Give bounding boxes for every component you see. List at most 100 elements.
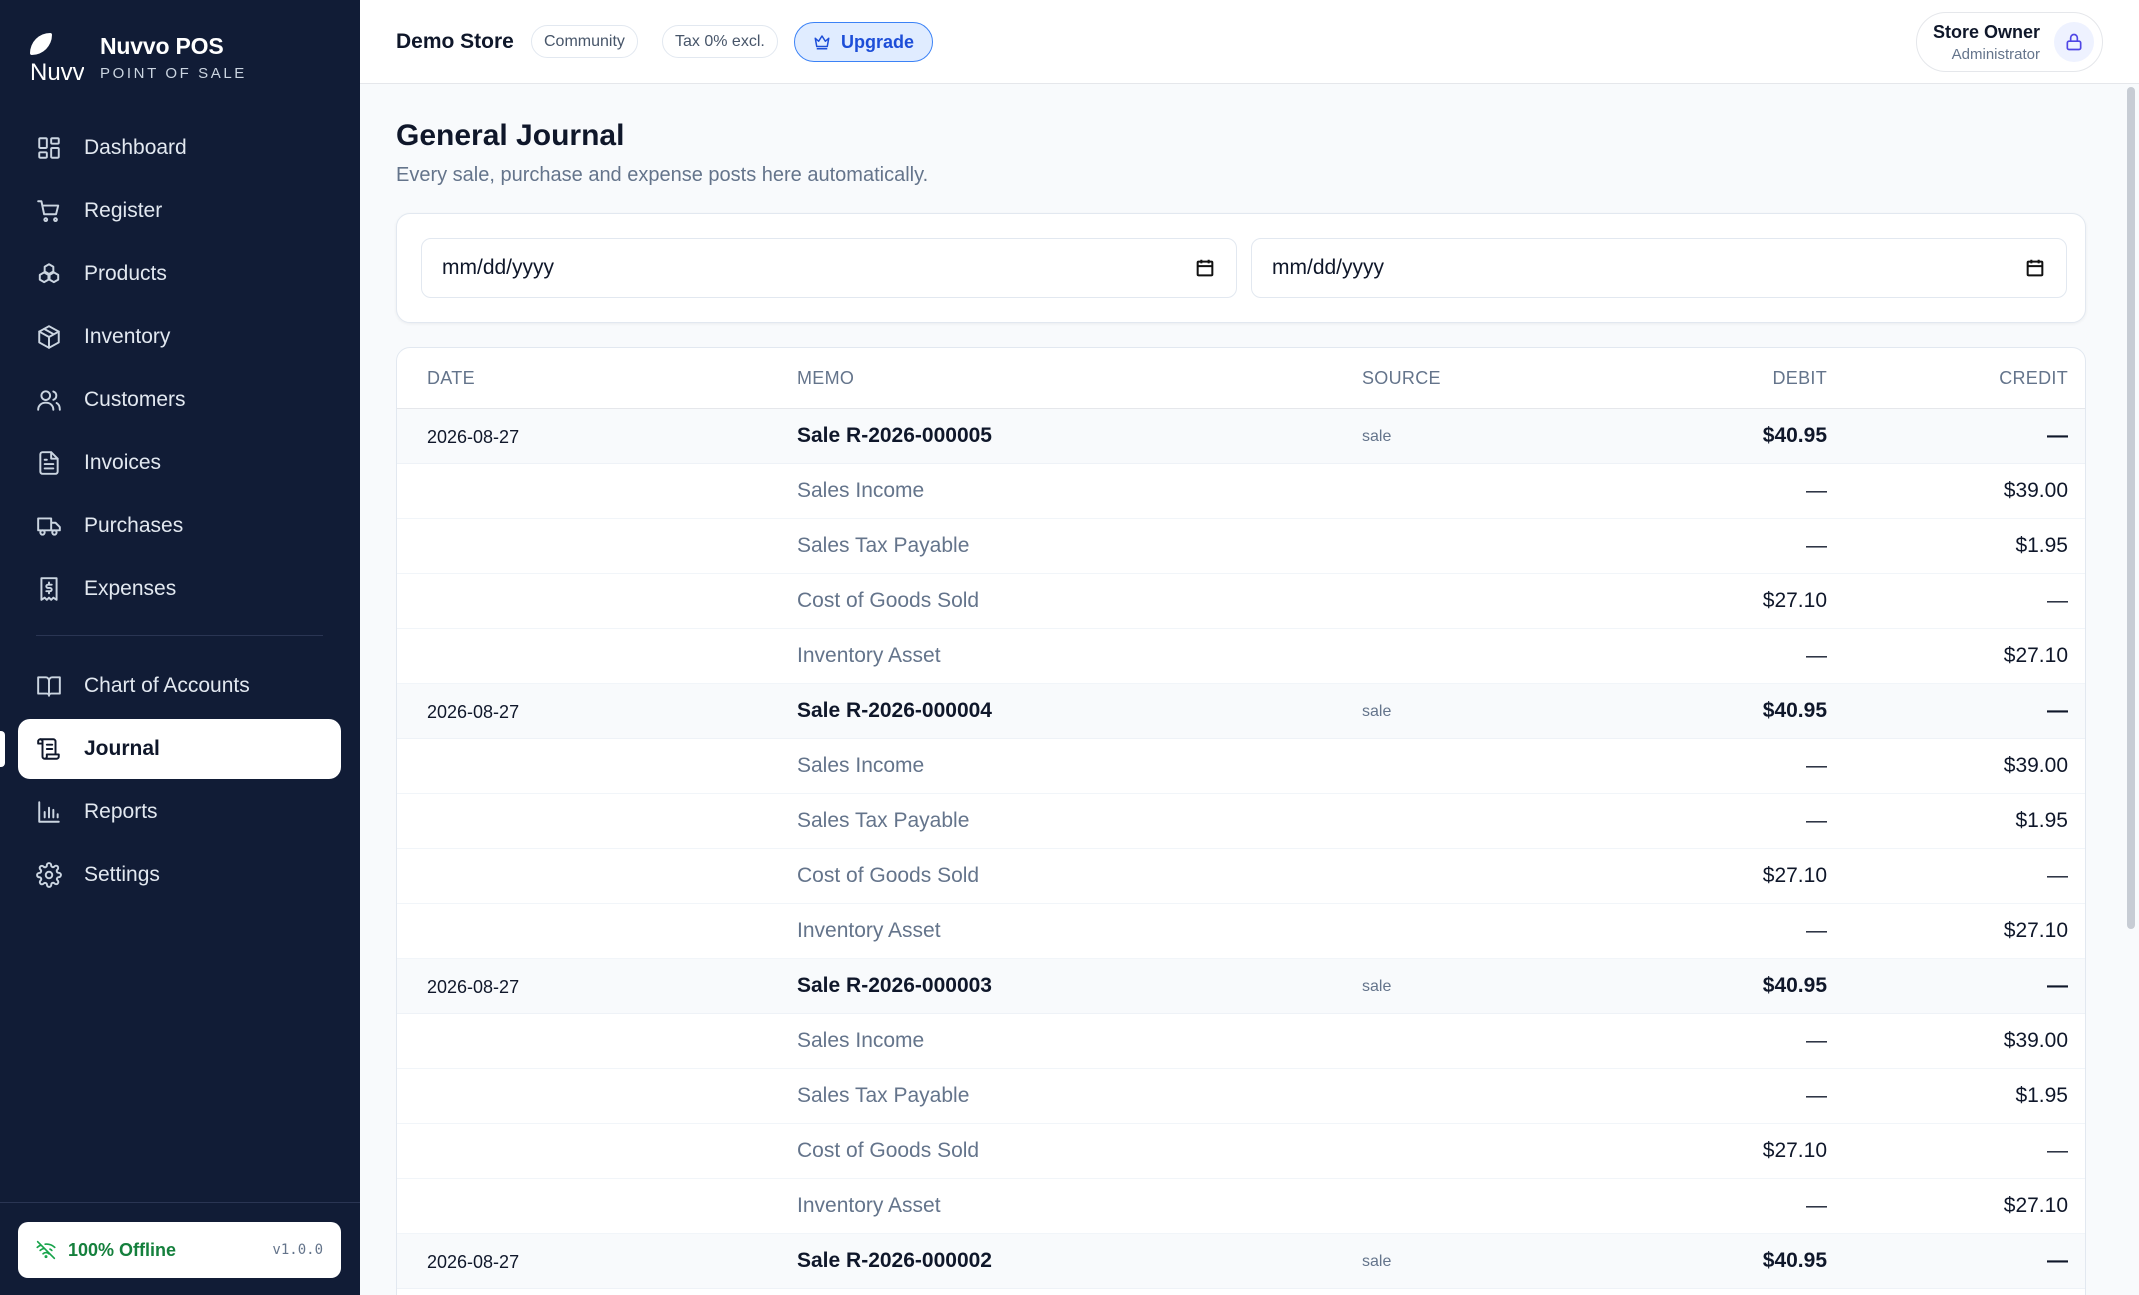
cell-memo: Sales Income xyxy=(797,1029,925,1052)
journal-line-row: Cost of Goods Sold $27.10 — xyxy=(397,849,2085,904)
bar-chart-icon xyxy=(38,801,60,823)
lock-button[interactable] xyxy=(2054,22,2094,62)
date-from-placeholder: mm/dd/yyyy xyxy=(442,256,555,279)
date-to-input[interactable]: mm/dd/yyyy xyxy=(1251,238,2067,298)
cell-debit: $40.95 xyxy=(1762,974,1827,997)
sidebar-item-products[interactable]: Products xyxy=(18,244,341,304)
table-body: 2026-08-27 Sale R-2026-000005 sale $40.95— S… xyxy=(397,409,2085,1289)
tax-badge: Tax 0% excl. xyxy=(662,25,778,58)
sidebar-item-label: Customers xyxy=(84,388,186,411)
cell-credit: $39.00 xyxy=(2003,754,2068,777)
cell-credit: $1.95 xyxy=(2015,1084,2068,1107)
date-from-input[interactable]: mm/dd/yyyy xyxy=(421,238,1237,298)
upgrade-label: Upgrade xyxy=(841,31,915,52)
cell-source: sale xyxy=(1362,428,1392,445)
sidebar-item-invoices[interactable]: Invoices xyxy=(18,433,341,493)
cell-credit: — xyxy=(2047,974,2068,997)
scrollbar-thumb[interactable] xyxy=(2127,87,2135,929)
cell-date: 2026-08-27 xyxy=(427,1252,520,1272)
sidebar-item-label: Expenses xyxy=(84,577,177,600)
sidebar-item-journal[interactable]: Journal xyxy=(0,719,341,779)
users-icon xyxy=(37,390,61,411)
cell-credit: $27.10 xyxy=(2003,1194,2068,1217)
cell-memo: Sales Tax Payable xyxy=(797,1084,970,1107)
user-name: Store Owner xyxy=(1932,21,2040,42)
column-header-credit[interactable]: CREDIT xyxy=(1999,368,2068,389)
journal-line-row: Sales Income — $39.00 xyxy=(397,739,2085,794)
calendar-icon[interactable] xyxy=(2024,257,2046,279)
cart-icon xyxy=(37,200,60,223)
cell-debit: — xyxy=(1806,754,1827,777)
sidebar-item-settings[interactable]: Settings xyxy=(18,845,341,905)
cell-debit: $40.95 xyxy=(1762,699,1827,722)
sidebar-item-label: Purchases xyxy=(84,514,184,537)
cell-debit: — xyxy=(1806,644,1827,667)
journal-line-row: Cost of Goods Sold $27.10 — xyxy=(397,1124,2085,1179)
cell-debit: $27.10 xyxy=(1762,589,1827,612)
cell-source: sale xyxy=(1362,978,1392,995)
journal-line-row: Cost of Goods Sold $27.10 — xyxy=(397,574,2085,629)
sidebar-nav: Dashboard Register Products Inventory Cu… xyxy=(0,118,341,908)
sidebar-item-label: Invoices xyxy=(84,451,162,474)
cell-debit: — xyxy=(1806,809,1827,832)
cell-memo: Inventory Asset xyxy=(797,919,941,942)
sidebar-item-label: Products xyxy=(84,262,167,285)
sidebar-item-chart-of-accounts[interactable]: Chart of Accounts xyxy=(18,656,341,716)
box-icon xyxy=(38,325,60,349)
sidebar-item-purchases[interactable]: Purchases xyxy=(18,496,341,556)
column-header-date[interactable]: DATE xyxy=(427,368,475,389)
cell-memo: Sale R-2026-000002 xyxy=(797,1249,992,1272)
column-header-memo[interactable]: MEMO xyxy=(797,368,854,389)
sidebar-item-expenses[interactable]: Expenses xyxy=(18,559,341,619)
table-header: DATE MEMO SOURCE DEBIT CREDIT xyxy=(397,348,2085,409)
journal-entry-row: 2026-08-27 Sale R-2026-000003 sale $40.95 — xyxy=(397,959,2085,1014)
sidebar-item-label: Chart of Accounts xyxy=(84,674,250,697)
column-header-source[interactable]: SOURCE xyxy=(1362,368,1441,389)
edition-badge: Community xyxy=(531,25,638,58)
sidebar-item-inventory[interactable]: Inventory xyxy=(18,307,341,367)
lock-icon xyxy=(2066,33,2082,51)
sidebar-item-label: Journal xyxy=(84,737,160,760)
user-menu[interactable]: Store Owner Administrator xyxy=(1916,12,2103,72)
document-icon xyxy=(39,451,59,475)
gear-icon xyxy=(36,862,62,888)
nav-divider xyxy=(36,635,323,636)
dashboard-icon xyxy=(38,137,60,159)
sidebar-item-register[interactable]: Register xyxy=(18,181,341,241)
sidebar-item-dashboard[interactable]: Dashboard xyxy=(18,118,341,178)
cell-debit: — xyxy=(1806,1029,1827,1052)
sidebar-item-reports[interactable]: Reports xyxy=(18,782,341,842)
sidebar-item-label: Settings xyxy=(84,863,160,886)
cell-debit: — xyxy=(1806,1194,1827,1217)
user-role: Administrator xyxy=(1951,45,2040,63)
truck-icon xyxy=(37,517,61,536)
cell-credit: — xyxy=(2047,699,2068,722)
journal-line-row: Sales Income — $39.00 xyxy=(397,464,2085,519)
journal-line-row: Sales Tax Payable — $1.95 xyxy=(397,1069,2085,1124)
journal-line-row: Inventory Asset — $27.10 xyxy=(397,629,2085,684)
main-content: General Journal Every sale, purchase and… xyxy=(360,85,2139,1295)
cell-source: sale xyxy=(1362,1253,1392,1270)
journal-table: DATE MEMO SOURCE DEBIT CREDIT 2026-08-27… xyxy=(396,347,2086,1295)
cell-date: 2026-08-27 xyxy=(427,427,520,447)
offline-status: 100% Offline v1.0.0 xyxy=(18,1222,341,1278)
upgrade-button[interactable]: Upgrade xyxy=(794,22,934,62)
cell-debit: — xyxy=(1806,479,1827,502)
cell-memo: Sale R-2026-000005 xyxy=(797,424,992,447)
calendar-icon[interactable] xyxy=(1194,257,1216,279)
column-header-debit[interactable]: DEBIT xyxy=(1772,368,1827,389)
cell-memo: Sales Income xyxy=(797,479,925,502)
sidebar-item-customers[interactable]: Customers xyxy=(18,370,341,430)
cell-source: sale xyxy=(1362,703,1392,720)
wifi-off-icon xyxy=(36,1240,56,1260)
cell-debit: — xyxy=(1806,1084,1827,1107)
cell-credit: — xyxy=(2047,589,2068,612)
app-version: v1.0.0 xyxy=(272,1242,323,1258)
cell-debit: $40.95 xyxy=(1762,424,1827,447)
brand[interactable]: Nuvvo Nuvvo POS POINT OF SALE xyxy=(28,26,247,88)
sidebar: Nuvvo Nuvvo POS POINT OF SALE Dashboard … xyxy=(0,0,360,1295)
cell-memo: Inventory Asset xyxy=(797,1194,941,1217)
cell-memo: Sale R-2026-000003 xyxy=(797,974,992,997)
page-scrollbar[interactable] xyxy=(2123,85,2139,1295)
cell-memo: Sales Tax Payable xyxy=(797,809,970,832)
